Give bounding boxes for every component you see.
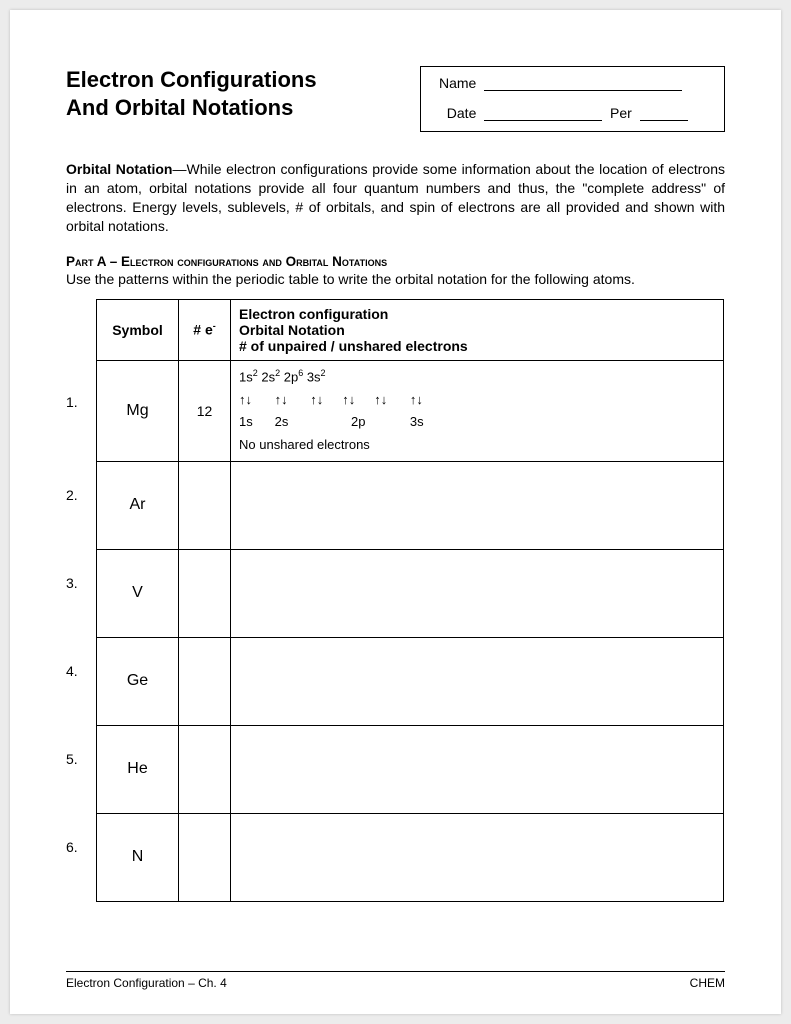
content-cell: 1s2 2s2 2p6 3s2 ↑↓ ↑↓ ↑↓↑↓↑↓ ↑↓ 1s 2s 2p… xyxy=(231,360,724,461)
content-cell[interactable] xyxy=(231,461,724,549)
symbol-cell: Ar xyxy=(97,461,179,549)
part-a-caps: Electron configurations and Orbital Nota… xyxy=(121,254,387,269)
orbital-arrows: ↑↓ ↑↓ ↑↓↑↓↑↓ ↑↓ xyxy=(239,390,715,410)
table-row: He xyxy=(97,725,724,813)
page-footer: Electron Configuration – Ch. 4 CHEM xyxy=(66,971,725,990)
per-label: Per xyxy=(610,105,632,121)
table-row: Ge xyxy=(97,637,724,725)
col-electrons: # e- xyxy=(179,299,231,360)
content-cell[interactable] xyxy=(231,637,724,725)
header: Electron Configurations And Orbital Nota… xyxy=(66,66,725,132)
symbol-cell: Ge xyxy=(97,637,179,725)
worksheet-table: Symbol # e- Electron configuration Orbit… xyxy=(96,299,724,902)
page-title: Electron Configurations And Orbital Nota… xyxy=(66,66,317,132)
electron-cell[interactable] xyxy=(179,637,231,725)
content-cell[interactable] xyxy=(231,549,724,637)
part-a-instructions: Use the patterns within the periodic tab… xyxy=(66,271,725,287)
content-cell[interactable] xyxy=(231,813,724,901)
footer-right: CHEM xyxy=(690,976,725,990)
part-a-heading: Part A – Electron configurations and Orb… xyxy=(66,254,725,269)
intro-paragraph: Orbital Notation—While electron configur… xyxy=(66,160,725,236)
content-cell[interactable] xyxy=(231,725,724,813)
title-line-1: Electron Configurations xyxy=(66,67,317,92)
title-line-2: And Orbital Notations xyxy=(66,95,293,120)
name-label: Name xyxy=(439,75,476,91)
name-field-row: Name xyxy=(439,75,710,91)
name-input-line[interactable] xyxy=(484,90,682,91)
symbol-cell: V xyxy=(97,549,179,637)
per-input-line[interactable] xyxy=(640,120,688,121)
symbol-cell: Mg xyxy=(97,360,179,461)
electron-cell[interactable] xyxy=(179,813,231,901)
symbol-cell: N xyxy=(97,813,179,901)
electron-cell[interactable] xyxy=(179,461,231,549)
table-header-row: Symbol # e- Electron configuration Orbit… xyxy=(97,299,724,360)
col-symbol: Symbol xyxy=(97,299,179,360)
table-row: Mg 12 1s2 2s2 2p6 3s2 ↑↓ ↑↓ ↑↓↑↓↑↓ ↑↓ 1s… xyxy=(97,360,724,461)
mg-config-line: 1s2 2s2 2p6 3s2 xyxy=(239,367,715,387)
row-num: 4. xyxy=(66,627,96,715)
electron-cell[interactable] xyxy=(179,725,231,813)
row-num: 5. xyxy=(66,715,96,803)
name-date-box: Name Date Per xyxy=(420,66,725,132)
symbol-cell: He xyxy=(97,725,179,813)
table-row: N xyxy=(97,813,724,901)
row-numbers: 1. 2. 3. 4. 5. 6. xyxy=(66,299,96,902)
date-per-row: Date Per xyxy=(439,105,710,121)
row-num: 1. xyxy=(66,353,96,451)
date-label: Date xyxy=(447,105,477,121)
row-num: 2. xyxy=(66,451,96,539)
row-num: 3. xyxy=(66,539,96,627)
electron-cell: 12 xyxy=(179,360,231,461)
col-config: Electron configuration Orbital Notation … xyxy=(231,299,724,360)
table-row: V xyxy=(97,549,724,637)
table-row: Ar xyxy=(97,461,724,549)
table-wrap: 1. 2. 3. 4. 5. 6. Symbol # e- Electron c… xyxy=(66,299,725,902)
part-a-prefix: Part A – xyxy=(66,254,121,269)
orbital-labels: 1s 2s 2p 3s xyxy=(239,412,715,432)
row-num: 6. xyxy=(66,803,96,891)
footer-left: Electron Configuration – Ch. 4 xyxy=(66,976,227,990)
worksheet-page: Electron Configurations And Orbital Nota… xyxy=(10,10,781,1014)
mg-unshared: No unshared electrons xyxy=(239,435,715,455)
intro-lead: Orbital Notation xyxy=(66,161,172,177)
date-input-line[interactable] xyxy=(484,120,602,121)
electron-cell[interactable] xyxy=(179,549,231,637)
